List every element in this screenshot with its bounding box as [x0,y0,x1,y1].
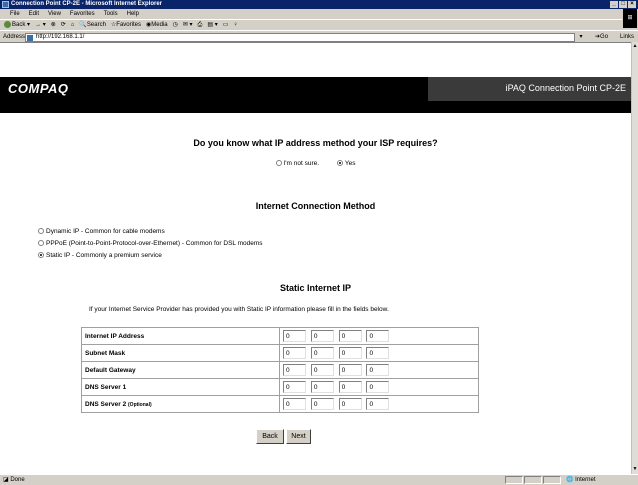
search-toolbar-button[interactable]: 🔍Search [79,20,106,30]
method-options: Dynamic IP - Common for cable modems PPP… [38,226,263,262]
optional-note: (Optional) [128,401,152,408]
subnet-mask-octet-1[interactable] [283,347,306,359]
menu-favorites[interactable]: Favorites [70,9,95,19]
table-row: Internet IP Address [81,327,479,345]
dns-server-2-label: DNS Server 2 (Optional) [81,395,280,413]
browser-window: Connection Point CP-2E - Microsoft Inter… [0,0,638,484]
radio-yes[interactable] [336,160,343,167]
address-input[interactable]: http://192.168.1.1/ [25,33,575,42]
gateway-octet-4[interactable] [366,364,390,376]
subnet-mask-octet-2[interactable] [310,347,334,359]
not-sure-radio[interactable]: I'm not sure. [275,160,319,167]
divider [37,182,530,183]
back-button[interactable]: Back [256,429,284,444]
table-row: Default Gateway [81,361,479,379]
address-dropdown-icon[interactable]: ▾ [577,33,585,42]
static-ip-option[interactable]: Static IP - Commonly a premium service [38,250,263,262]
forward-toolbar-button[interactable]: → ▾ [35,20,46,30]
stop-button[interactable]: ⊗ [51,20,56,30]
address-url: http://192.168.1.1/ [36,34,85,40]
static-ip-title: Static Internet IP [279,283,351,293]
header-banner: COMPAQ iPAQ Connection Point CP-2E [0,77,631,101]
back-arrow-icon [4,20,11,28]
status-bar: ◪ Done 🌐 Internet [0,474,638,484]
gateway-octet-1[interactable] [283,364,306,376]
maximize-button[interactable]: □ [619,1,627,8]
title-bar: Connection Point CP-2E - Microsoft Inter… [0,0,638,9]
product-name: iPAQ Connection Point CP-2E [505,83,626,93]
home-button[interactable]: ⌂ [71,20,75,30]
subnet-mask-octet-3[interactable] [338,347,362,359]
vertical-scrollbar[interactable]: ▲ ▼ [631,42,638,474]
refresh-button[interactable]: ⟳ [61,20,66,30]
page-content: COMPAQ iPAQ Connection Point CP-2E Do yo… [0,42,631,474]
favorites-toolbar-button[interactable]: ☆Favorites [111,20,141,30]
window-title: Connection Point CP-2E - Microsoft Inter… [11,1,163,7]
method-title: Internet Connection Method [255,201,376,211]
radio-pppoe[interactable] [38,240,44,247]
static-ip-instruction: If your Internet Service Provider has pr… [89,306,389,313]
dns2-octet-4[interactable] [366,398,390,410]
isp-options: I'm not sure. Yes [0,160,631,167]
dns1-octet-4[interactable] [366,381,390,393]
page-icon [27,35,33,41]
dns2-octet-2[interactable] [310,398,334,410]
menu-tools[interactable]: Tools [104,9,118,19]
subnet-mask-label: Subnet Mask [81,344,280,362]
subnet-mask-octet-4[interactable] [366,347,390,359]
dns2-octet-1[interactable] [283,398,306,410]
address-bar: Address http://192.168.1.1/ ▾ ➔Go Links [0,30,638,42]
edit-button[interactable]: ▤ ▾ [207,20,217,30]
dns-server-1-label: DNS Server 1 [81,378,280,396]
static-ip-table: Internet IP Address Subnet Mask [81,327,479,413]
messenger-button[interactable]: ♀ [233,20,238,30]
isp-question: Do you know what IP address method your … [193,138,438,148]
yes-radio[interactable]: Yes [336,160,355,167]
windows-logo-icon: ⊞ [623,9,637,28]
mail-button[interactable]: ✉ ▾ [183,20,193,30]
radio-static-ip[interactable] [38,252,44,259]
menu-help[interactable]: Help [127,9,139,19]
menu-view[interactable]: View [48,9,61,19]
dns1-octet-1[interactable] [283,381,306,393]
back-toolbar-button[interactable]: Back ▾ [4,20,30,30]
ip-address-octet-1[interactable] [283,330,306,342]
ip-address-octet-4[interactable] [366,330,390,342]
standard-toolbar: Back ▾ → ▾ ⊗ ⟳ ⌂ 🔍Search ☆Favorites ◉Med… [0,19,622,30]
print-button[interactable]: ⎙ [198,20,203,30]
default-gateway-label: Default Gateway [81,361,280,379]
next-button[interactable]: Next [286,429,311,444]
ie-icon [2,1,9,8]
table-row: DNS Server 2 (Optional) [81,395,479,413]
table-row: Subnet Mask [81,344,479,362]
dns1-octet-3[interactable] [338,381,362,393]
radio-not-sure[interactable] [275,160,282,167]
menu-bar: File Edit View Favorites Tools Help [0,9,638,19]
compaq-logo: COMPAQ [8,81,69,96]
menu-file[interactable]: File [10,9,20,19]
menu-edit[interactable]: Edit [29,9,39,19]
table-row: DNS Server 1 [81,378,479,396]
divider [37,275,530,276]
dns1-octet-2[interactable] [310,381,334,393]
gateway-octet-3[interactable] [338,364,362,376]
ip-address-octet-2[interactable] [310,330,334,342]
header-strip [0,101,631,113]
minimize-button[interactable]: _ [610,1,618,8]
scroll-up-icon[interactable]: ▲ [632,43,638,49]
dns2-octet-3[interactable] [338,398,362,410]
pppoe-option[interactable]: PPPoE (Point-to-Point-Protocol-over-Ethe… [38,238,263,250]
ip-address-octet-3[interactable] [338,330,362,342]
history-button[interactable]: ◷ [173,20,178,30]
close-button[interactable]: × [628,1,636,8]
ip-address-label: Internet IP Address [81,327,280,345]
dynamic-ip-option[interactable]: Dynamic IP - Common for cable modems [38,226,263,238]
media-toolbar-button[interactable]: ◉Media [146,20,168,30]
status-panes [505,476,561,484]
gateway-octet-2[interactable] [310,364,334,376]
scroll-down-icon[interactable]: ▼ [632,466,638,472]
discuss-button[interactable]: ▭ [223,20,229,30]
radio-dynamic-ip[interactable] [38,228,44,235]
